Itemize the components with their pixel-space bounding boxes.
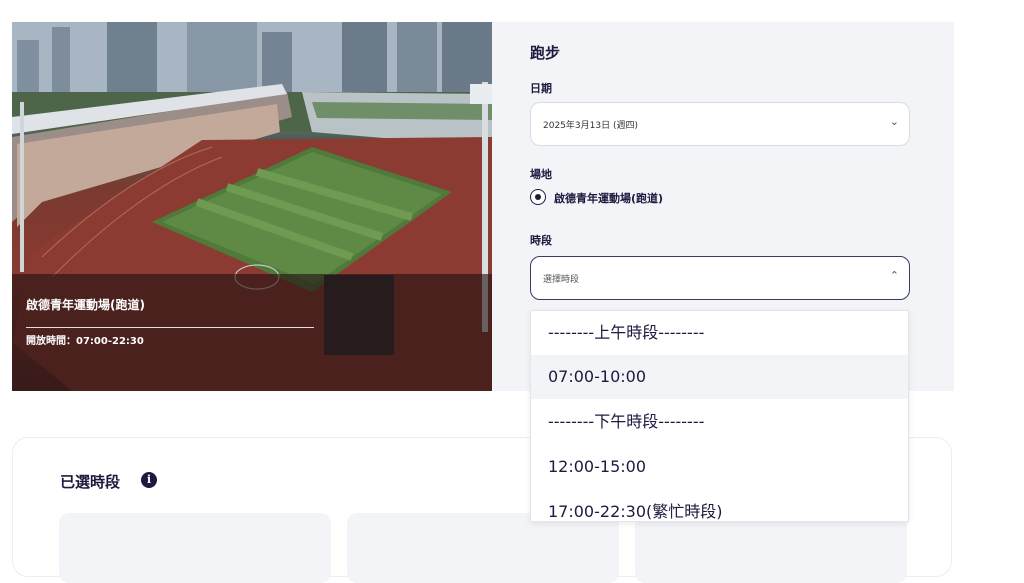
chevron-up-icon: ⌃: [889, 269, 899, 282]
selected-slot-card: [635, 513, 907, 583]
dropdown-option-slot[interactable]: 17:00-22:30(繁忙時段): [531, 490, 908, 521]
venue-name: 啟德青年運動場(跑道): [26, 298, 145, 312]
date-value: 2025年3月13日 (週四): [543, 121, 638, 131]
venue-info-overlay: 啟德青年運動場(跑道) 開放時間：07:00-22:30: [12, 274, 492, 391]
date-select[interactable]: 2025年3月13日 (週四) ⌄: [530, 102, 910, 146]
radio-selected-icon[interactable]: [530, 189, 546, 205]
venue-opening-hours: 開放時間：07:00-22:30: [26, 336, 144, 347]
timeslot-select[interactable]: 選擇時段 ⌃: [530, 256, 910, 300]
info-icon[interactable]: i: [141, 472, 157, 488]
venue-image: 啟德青年運動場(跑道) 開放時間：07:00-22:30: [12, 22, 492, 391]
dropdown-option-slot[interactable]: 07:00-10:00: [531, 355, 908, 399]
venue-radio-label: 啟德青年運動場(跑道): [554, 192, 664, 205]
selected-timeslots-title: 已選時段: [60, 473, 121, 491]
dropdown-group-header-morning: --------上午時段--------: [548, 323, 705, 342]
dropdown-option-slot[interactable]: 12:00-15:00: [531, 445, 908, 489]
selected-slot-card: [347, 513, 619, 583]
timeslot-placeholder: 選擇時段: [543, 275, 580, 285]
timeslot-dropdown: --------上午時段-------- 07:00-10:00 -------…: [530, 310, 909, 522]
activity-title: 跑步: [530, 44, 561, 62]
dropdown-group-header-afternoon: --------下午時段--------: [548, 412, 705, 431]
date-label: 日期: [530, 82, 552, 95]
venue-divider: [26, 327, 314, 328]
selected-slot-card: [59, 513, 331, 583]
venue-label: 場地: [530, 168, 552, 181]
timeslot-label: 時段: [530, 234, 552, 247]
chevron-down-icon: ⌄: [889, 115, 899, 128]
